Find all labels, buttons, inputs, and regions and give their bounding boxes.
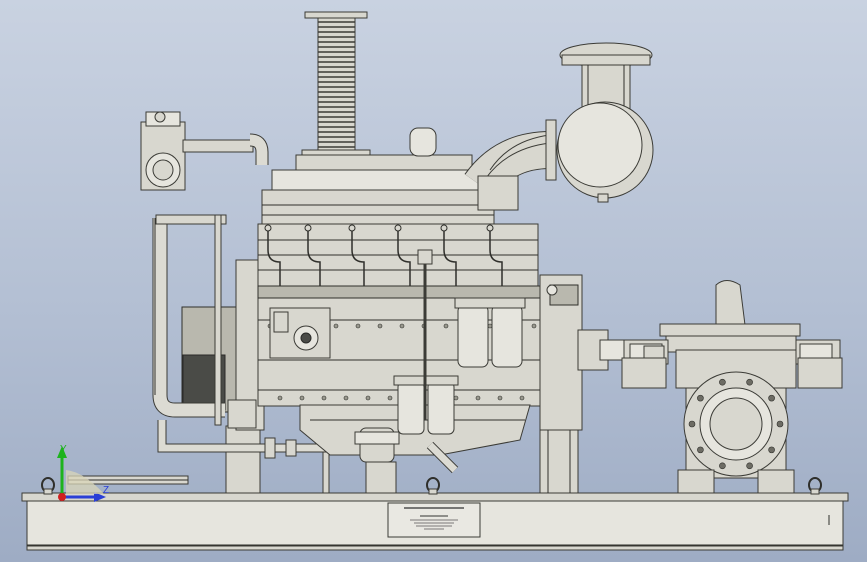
lifting-eye-right [808,477,822,495]
lifting-eye-center [426,477,440,495]
exhaust-bellows [301,11,371,159]
lifting-eye-left [41,477,55,495]
axis-z-label: Z [103,485,109,496]
axis-y-label: Y [60,444,67,455]
split-case-pump [621,280,843,494]
cad-viewport[interactable]: Y Z [0,0,867,562]
air-cleaner [556,42,654,203]
nameplate [387,502,481,538]
pump-engine-assembly-drawing: Y Z [21,11,849,551]
fuel-pump [269,307,331,359]
thermostat-housing [140,111,269,191]
bell-housing [539,274,631,431]
